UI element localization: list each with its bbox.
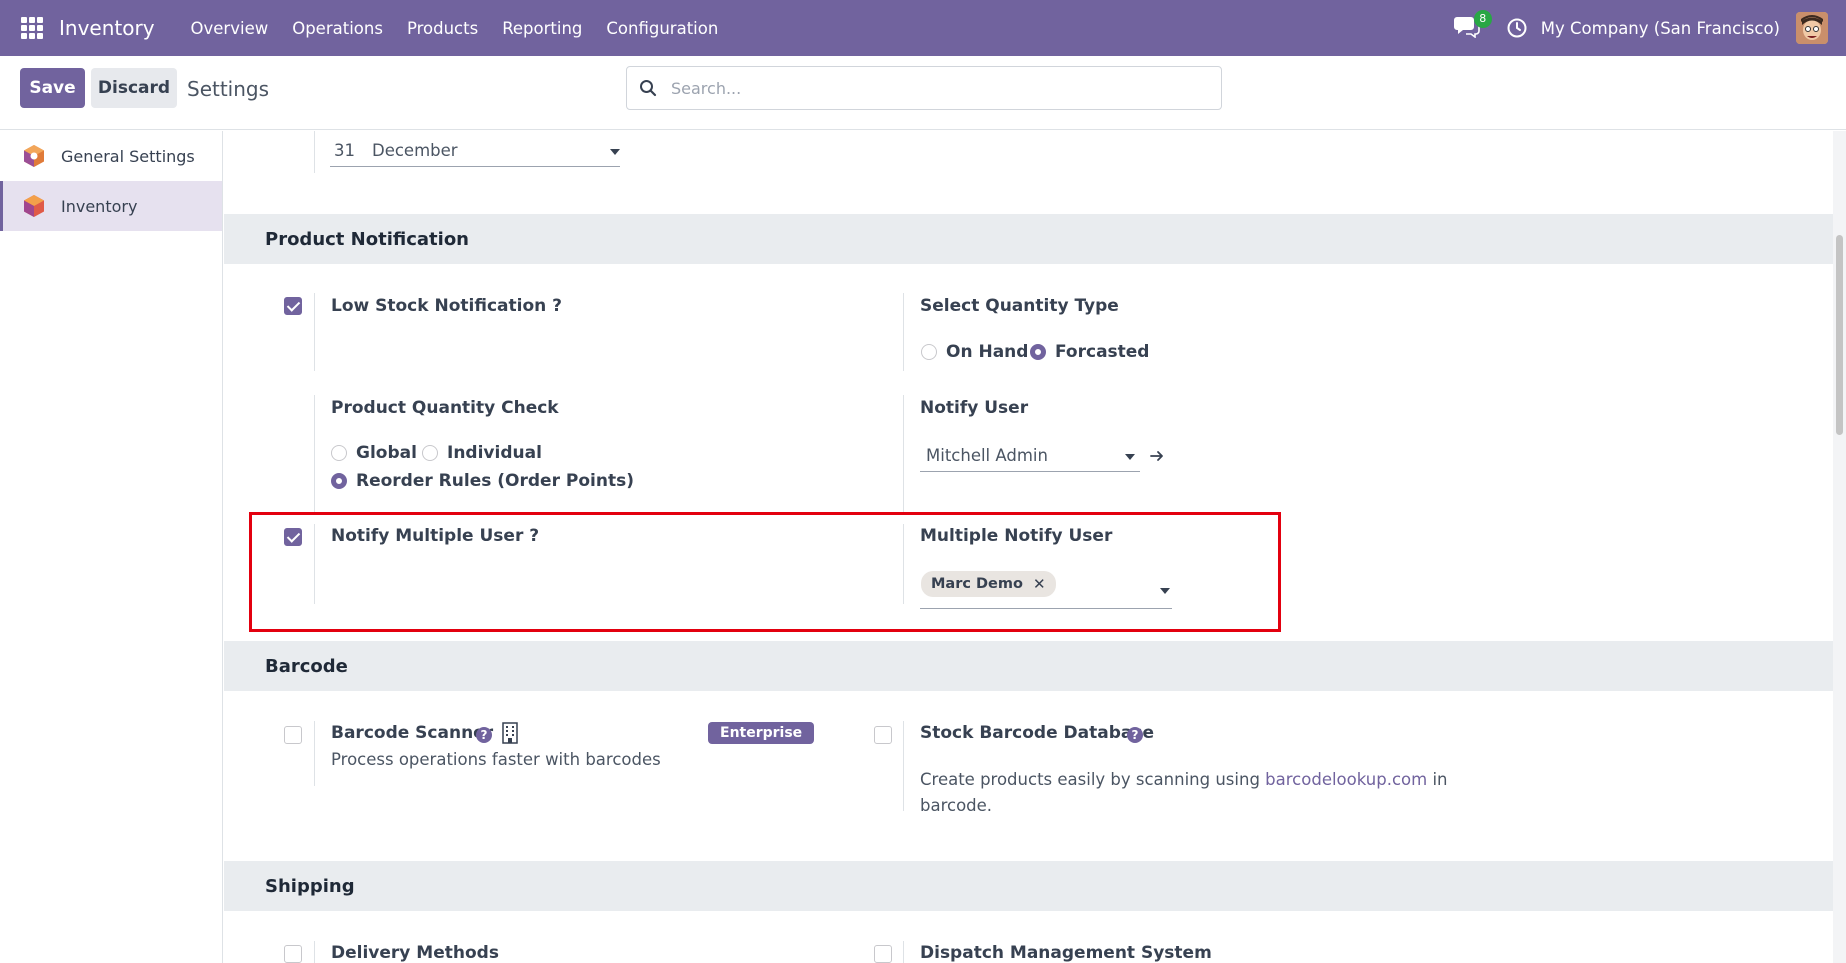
menu-overview[interactable]: Overview: [179, 19, 281, 38]
qty-type-on-hand-label[interactable]: On Hand: [946, 342, 1028, 362]
menu-operations[interactable]: Operations: [280, 19, 395, 38]
low-stock-label: Low Stock Notification ?: [331, 296, 563, 316]
qty-check-reorder-radio[interactable]: [331, 473, 347, 489]
tag-label: Marc Demo: [931, 576, 1023, 592]
qty-check-global-radio[interactable]: [331, 445, 347, 461]
notify-user-label: Notify User: [920, 398, 1029, 418]
qty-check-individual-label[interactable]: Individual: [447, 443, 542, 463]
barcode-scanner-label: Barcode Scanner: [331, 723, 494, 743]
chevron-down-icon: [610, 149, 620, 155]
notify-user-value: Mitchell Admin: [926, 446, 1048, 465]
building-icon: [502, 722, 518, 744]
db-desc-prefix: Create products easily by scanning using: [920, 770, 1260, 789]
scrollbar-thumb[interactable]: [1836, 235, 1843, 435]
barcode-scanner-description: Process operations faster with barcodes: [331, 750, 661, 769]
sidebar-item-general-settings[interactable]: General Settings: [0, 131, 222, 181]
divider: [314, 941, 315, 963]
db-desc-mid: in: [1432, 770, 1448, 789]
general-settings-icon: [24, 145, 44, 167]
help-icon[interactable]: ?: [1127, 727, 1143, 743]
search-icon: [640, 80, 657, 97]
divider: [903, 524, 904, 604]
section-shipping: Shipping: [224, 861, 1833, 911]
low-stock-checkbox[interactable]: [284, 297, 302, 315]
search-box: [626, 66, 1222, 110]
notify-user-select[interactable]: Mitchell Admin: [920, 440, 1140, 472]
qty-type-forcasted-radio[interactable]: [1030, 344, 1046, 360]
clock-icon[interactable]: [1506, 17, 1528, 39]
fiscal-month: December: [372, 141, 458, 160]
delivery-methods-checkbox[interactable]: [284, 945, 302, 963]
barcodelookup-link[interactable]: barcodelookup.com: [1265, 770, 1427, 789]
qty-type-forcasted-label[interactable]: Forcasted: [1055, 342, 1149, 362]
delivery-methods-label: Delivery Methods: [331, 943, 499, 963]
stock-barcode-db-label: Stock Barcode Database: [920, 723, 1155, 743]
search-input[interactable]: [671, 78, 1191, 98]
qty-check-individual-radio[interactable]: [422, 445, 438, 461]
qty-type-label: Select Quantity Type: [920, 296, 1119, 316]
top-navbar: Inventory Overview Operations Products R…: [0, 0, 1846, 56]
stock-barcode-db-checkbox[interactable]: [874, 726, 892, 744]
app-brand[interactable]: Inventory: [59, 16, 155, 40]
divider: [314, 395, 315, 515]
enterprise-badge[interactable]: Enterprise: [708, 722, 815, 744]
control-panel: Save Discard Settings: [0, 56, 1846, 130]
arrow-right-icon[interactable]: [1149, 448, 1165, 464]
divider: [903, 293, 904, 371]
divider: [314, 721, 315, 786]
divider: [903, 721, 904, 811]
save-button[interactable]: Save: [20, 68, 85, 108]
help-icon[interactable]: ?: [476, 727, 492, 743]
dispatch-management-label: Dispatch Management System: [920, 943, 1212, 963]
fiscal-day: 31: [334, 141, 355, 160]
divider: [314, 131, 315, 173]
section-barcode: Barcode: [224, 641, 1833, 691]
divider: [903, 941, 904, 963]
message-count-badge: 8: [1473, 10, 1492, 28]
menu-products[interactable]: Products: [395, 19, 490, 38]
discard-button[interactable]: Discard: [91, 68, 177, 108]
main-menu: Overview Operations Products Reporting C…: [179, 19, 731, 38]
qty-check-global-label[interactable]: Global: [356, 443, 417, 463]
dispatch-management-checkbox[interactable]: [874, 945, 892, 963]
divider: [314, 293, 315, 371]
sidebar-item-label: Inventory: [61, 196, 138, 216]
user-avatar[interactable]: [1796, 12, 1828, 44]
menu-reporting[interactable]: Reporting: [490, 19, 594, 38]
settings-content: 31 December Product Notification Low Sto…: [224, 131, 1833, 963]
section-product-notification: Product Notification: [224, 214, 1833, 264]
sidebar-item-inventory[interactable]: Inventory: [0, 181, 222, 231]
notify-multiple-checkbox[interactable]: [284, 528, 302, 546]
qty-check-label: Product Quantity Check: [331, 398, 559, 418]
company-switcher[interactable]: My Company (San Francisco): [1541, 19, 1780, 38]
remove-tag-icon[interactable]: ✕: [1033, 575, 1046, 593]
divider: [314, 524, 315, 604]
barcode-scanner-checkbox[interactable]: [284, 726, 302, 744]
qty-type-on-hand-radio[interactable]: [921, 344, 937, 360]
settings-sidebar: General Settings Inventory: [0, 131, 223, 963]
multiple-notify-label: Multiple Notify User: [920, 526, 1113, 546]
divider: [903, 395, 904, 515]
navbar-right: 8 My Company (San Francisco): [1453, 0, 1846, 56]
app-grid-icon[interactable]: [21, 17, 43, 39]
inventory-icon: [24, 195, 44, 217]
stock-barcode-db-description: Create products easily by scanning using…: [920, 770, 1448, 789]
chevron-down-icon: [1125, 454, 1135, 460]
tag-marc-demo: Marc Demo ✕: [921, 571, 1056, 597]
sidebar-item-label: General Settings: [61, 146, 195, 166]
chevron-down-icon: [1160, 588, 1170, 594]
fiscal-year-select[interactable]: 31 December: [330, 135, 620, 167]
page-title: Settings: [187, 77, 270, 101]
qty-check-reorder-label[interactable]: Reorder Rules (Order Points): [356, 471, 634, 491]
notify-multiple-label: Notify Multiple User ?: [331, 526, 540, 546]
messages-button[interactable]: 8: [1453, 10, 1492, 42]
stock-barcode-db-description-2: barcode.: [920, 796, 993, 815]
menu-configuration[interactable]: Configuration: [594, 19, 730, 38]
scrollbar[interactable]: [1833, 131, 1846, 963]
avatar-image: [1796, 12, 1828, 44]
